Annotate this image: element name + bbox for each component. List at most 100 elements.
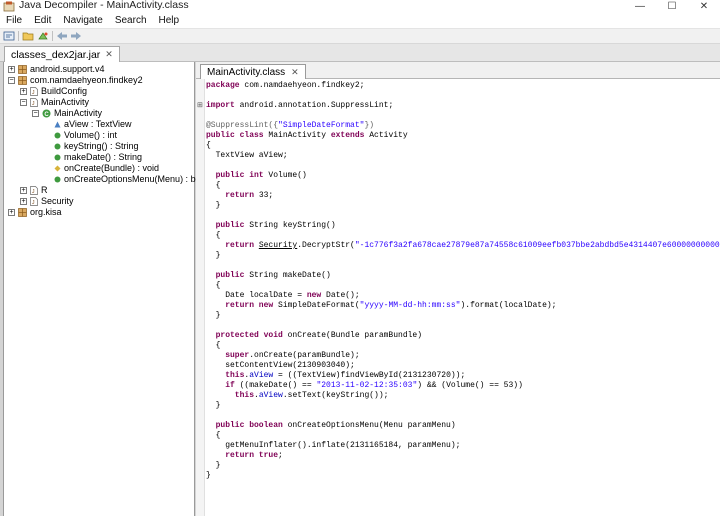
tree-item-label: keyString() : String (64, 141, 139, 151)
toolbar-separator (52, 31, 53, 41)
menu-file[interactable]: File (0, 14, 28, 28)
code-line: } (215, 201, 221, 210)
code-line: { (215, 281, 221, 290)
code-line: } (215, 461, 221, 470)
expand-icon[interactable]: + (8, 209, 15, 216)
code-line: public boolean onCreateOptionsMenu(Menu … (206, 421, 456, 430)
code-line: return Security.DecryptStr("-1c776f3a2fa… (206, 241, 720, 250)
open-type-icon[interactable] (2, 30, 16, 42)
code-line: getMenuInflater().inflate(2131165184, pa… (206, 441, 461, 450)
tree-item-label: org.kisa (30, 207, 62, 217)
expand-icon[interactable]: + (20, 198, 27, 205)
tree-item-aview[interactable]: aView : TextView (54, 119, 132, 130)
close-icon[interactable]: ✕ (105, 49, 113, 60)
code-gutter (196, 79, 205, 516)
package-icon (18, 76, 27, 85)
code-line: setContentView(2130903040); (206, 361, 355, 370)
code-tab-label: MainActivity.class (207, 66, 286, 78)
code-line: protected void onCreate(Bundle paramBund… (206, 331, 423, 340)
code-line: super.onCreate(paramBundle); (206, 351, 360, 360)
collapse-icon[interactable]: − (32, 110, 39, 117)
tree-item-label: android.support.v4 (30, 64, 105, 74)
class-icon: C (42, 109, 51, 118)
field-icon (54, 121, 61, 128)
close-icon[interactable]: ✕ (291, 67, 299, 78)
code-line: { (215, 431, 221, 440)
code-line: return new SimpleDateFormat("yyyy-MM-dd-… (206, 301, 557, 310)
tree-item-com-namdaehyeon[interactable]: − com.namdaehyeon.findkey2 (8, 75, 143, 86)
open-folder-icon[interactable] (21, 30, 35, 42)
tree-item-mainactivity-class[interactable]: − C MainActivity (32, 108, 102, 119)
toolbar (0, 29, 720, 44)
code-line: @SuppressLint({"SimpleDateFormat"}) (206, 121, 375, 130)
method-icon (54, 176, 61, 183)
code-line: this.aView.setText(keyString()); (206, 391, 389, 400)
tree-item-label: R (41, 185, 48, 195)
tree-item-security[interactable]: + J Security (20, 196, 74, 207)
tree-item-label: onCreate(Bundle) : void (64, 163, 160, 173)
tree-item-buildconfig[interactable]: + J BuildConfig (20, 86, 87, 97)
back-arrow-icon[interactable] (55, 30, 69, 42)
tree-item-label: makeDate() : String (64, 152, 143, 162)
menu-search[interactable]: Search (109, 14, 153, 28)
tree-item-makedate[interactable]: makeDate() : String (54, 152, 142, 163)
expand-icon[interactable]: + (20, 187, 27, 194)
tree-item-label: Security (41, 196, 74, 206)
tab-classes-dex2jar[interactable]: classes_dex2jar.jar ✕ (4, 46, 120, 62)
tree-item-label: com.namdaehyeon.findkey2 (30, 75, 143, 85)
tree-item-r[interactable]: + J R (20, 185, 48, 196)
method-icon (54, 132, 61, 139)
tree-item-android-support[interactable]: + android.support.v4 (8, 64, 105, 75)
tab-mainactivity-class[interactable]: MainActivity.class ✕ (200, 64, 306, 79)
code-line: import android.annotation.SuppressLint; (206, 101, 394, 110)
package-icon (18, 65, 27, 74)
expand-icon[interactable]: + (8, 66, 15, 73)
menu-edit[interactable]: Edit (28, 14, 57, 28)
code-line: public class MainActivity extends Activi… (206, 131, 408, 140)
close-window-button[interactable]: ✕ (688, 0, 720, 13)
code-line: { (215, 181, 221, 190)
code-editor[interactable]: ⊞ package com.namdaehyeon.findkey2; impo… (196, 79, 720, 516)
package-tree: + android.support.v4 − com.namdaehyeon.f… (3, 62, 208, 516)
menu-help[interactable]: Help (153, 14, 186, 28)
method-icon (54, 143, 61, 150)
jar-tab-label: classes_dex2jar.jar (11, 48, 101, 61)
expand-icon[interactable]: + (20, 88, 27, 95)
code-line: { (215, 341, 221, 350)
tree-item-label: Volume() : int (64, 130, 118, 140)
tree-item-keystring[interactable]: keyString() : String (54, 141, 139, 152)
java-decompiler-icon (3, 1, 15, 12)
title-bar: Java Decompiler - MainActivity.class — ☐… (0, 0, 720, 13)
fold-plus-icon[interactable]: ⊞ (197, 101, 203, 109)
tree-item-org-kisa[interactable]: + org.kisa (8, 207, 62, 218)
forward-arrow-icon[interactable] (69, 30, 83, 42)
code-line: return 33; (206, 191, 274, 200)
svg-text:C: C (44, 112, 49, 118)
tree-item-mainactivity-file[interactable]: − J MainActivity (20, 97, 89, 108)
tree-item-label: MainActivity (54, 108, 103, 118)
collapse-icon[interactable]: − (20, 99, 27, 106)
maximize-button[interactable]: ☐ (656, 0, 688, 13)
tree-item-volume[interactable]: Volume() : int (54, 130, 117, 141)
code-line: return true; (206, 451, 283, 460)
menu-bar: File Edit Navigate Search Help (0, 14, 720, 29)
tree-item-oncreate[interactable]: onCreate(Bundle) : void (54, 163, 159, 174)
code-line: package com.namdaehyeon.findkey2; (206, 81, 365, 90)
tree-item-oncreateoptionsmenu[interactable]: onCreateOptionsMenu(Menu) : bool (54, 174, 208, 185)
java-file-icon: J (30, 197, 38, 206)
collapse-icon[interactable]: − (8, 77, 15, 84)
code-line: if ((makeDate() == "2013-11-02-12:35:03"… (206, 381, 523, 390)
tree-item-label: aView : TextView (64, 119, 132, 129)
code-line: { (215, 231, 221, 240)
minimize-button[interactable]: — (624, 0, 656, 13)
code-line: this.aView = ((TextView)findViewById(213… (206, 371, 466, 380)
code-line: } (215, 311, 221, 320)
browse-icon[interactable] (36, 30, 50, 42)
method-protected-icon (54, 165, 61, 172)
code-line: } (215, 251, 221, 260)
tree-item-label: BuildConfig (41, 86, 88, 96)
method-icon (54, 154, 61, 161)
code-line: } (215, 401, 221, 410)
menu-navigate[interactable]: Navigate (57, 14, 108, 28)
code-line: public String keyString() (206, 221, 336, 230)
